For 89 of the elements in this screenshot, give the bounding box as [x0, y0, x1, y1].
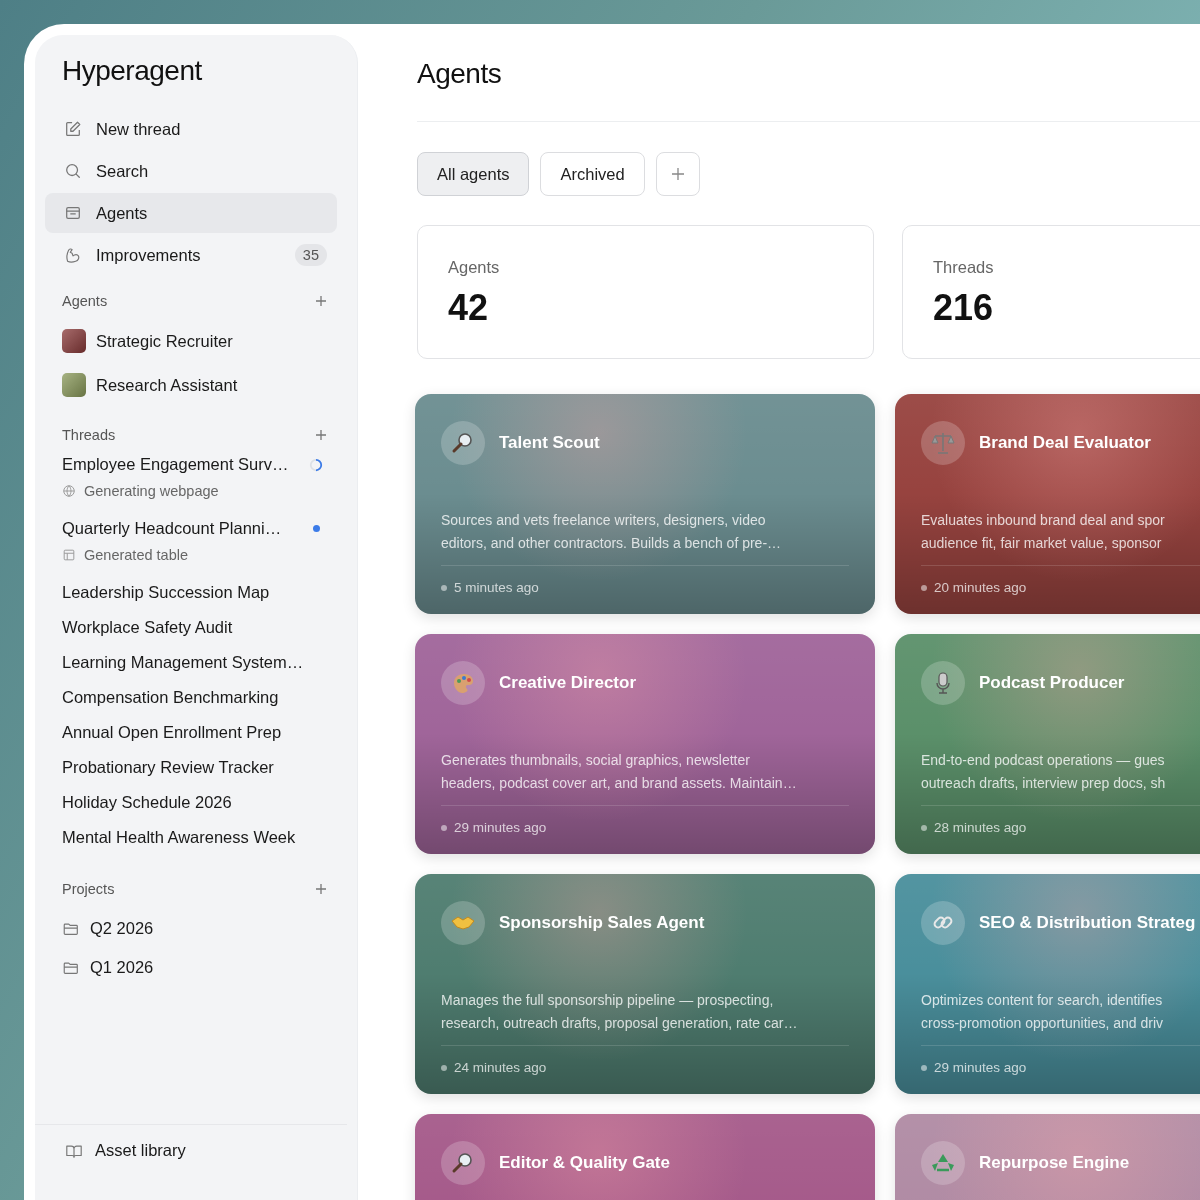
add-button[interactable] [655, 152, 700, 196]
nav-item[interactable]: New thread [45, 109, 337, 149]
agent-description-line: Manages the full sponsorship pipeline — prospecting, [441, 991, 775, 1010]
nav-item[interactable]: Improvements 35 [45, 235, 337, 275]
edit-icon [64, 120, 82, 138]
agent-name: Sponsorship Sales Agent [499, 913, 705, 933]
stat-value: 42 [448, 287, 490, 329]
link-icon [921, 901, 965, 945]
thread-link[interactable]: Employee Engagement Surv… [62, 455, 289, 474]
plus-icon [670, 167, 685, 181]
magnifier-icon [441, 1141, 485, 1185]
table-icon [62, 548, 76, 562]
page-title: Agents [417, 58, 503, 90]
add-icon[interactable] [315, 883, 327, 895]
last-active-time: 24 minutes ago [454, 1060, 547, 1075]
agent-description-line: Evaluates inbound brand deal and spor [921, 511, 1166, 530]
agent-description-line: Generates thumbnails, social graphics, newsletter [441, 751, 751, 770]
thread-status-text: Generating webpage [84, 483, 219, 499]
status-dot-icon [441, 1064, 447, 1071]
agent-card[interactable]: Creative Director Generates thumbnails, social graphics, newsletter headers, podcast cover art, and brand assets. Maintain… 29 minutes ago [415, 634, 875, 854]
last-active-time: 28 minutes ago [934, 820, 1027, 835]
stat-label: Threads [933, 258, 995, 277]
last-active-time: 29 minutes ago [454, 820, 547, 835]
thread-link[interactable]: Mental Health Awareness Week [62, 828, 296, 847]
thread-link[interactable]: Compensation Benchmarking [62, 688, 279, 707]
agent-description-line: Optimizes content for search, identifies [921, 991, 1164, 1010]
scales-icon [921, 421, 965, 465]
status-dot-icon [921, 824, 927, 831]
project-link[interactable]: Q2 2026 [45, 909, 154, 948]
status-dot-icon [441, 584, 447, 591]
stat-value: 216 [933, 287, 995, 329]
flexed-arm-icon [64, 246, 82, 264]
thread-link[interactable]: Holiday Schedule 2026 [62, 793, 232, 812]
add-icon[interactable] [315, 429, 327, 441]
thread-link[interactable]: Learning Management System… [62, 653, 304, 672]
section-heading: Agents [62, 293, 108, 309]
agent-name: Repurpose Engine [979, 1153, 1130, 1173]
agent-name: Brand Deal Evaluator [979, 433, 1151, 453]
section-heading: Projects [62, 881, 115, 897]
search-icon [64, 162, 82, 180]
agent-description-line: research, outreach drafts, proposal generation, rate car… [441, 1014, 799, 1033]
agent-card[interactable]: Talent Scout Sources and vets freelance writers, designers, video editors, and other contractors. Builds a bench of pre-… 5 minutes ago [415, 394, 875, 614]
thread-link[interactable]: Leadership Succession Map [62, 583, 270, 602]
status-dot-icon [921, 584, 927, 591]
thread-link[interactable]: Annual Open Enrollment Prep [62, 723, 282, 742]
agent-description-line: audience fit, fair market value, sponsor [921, 534, 1163, 553]
thread-link[interactable]: Quarterly Headcount Planni… [62, 519, 282, 538]
magnifier-icon [441, 421, 485, 465]
globe-icon [62, 484, 76, 498]
last-active-time: 29 minutes ago [934, 1060, 1027, 1075]
agent-description-line: Sources and vets freelance writers, designers, video [441, 511, 767, 530]
agent-link[interactable]: Research Assistant [45, 365, 238, 405]
palette-icon [441, 661, 485, 705]
nav-item[interactable]: Search [45, 151, 337, 191]
count-badge: 35 [294, 244, 327, 266]
thread-link[interactable]: Workplace Safety Audit [62, 618, 233, 637]
filter-tab[interactable]: All agents [417, 152, 530, 196]
nav-item[interactable]: Agents [45, 193, 337, 233]
thread-status-text: Generated table [84, 547, 188, 563]
agent-description-line: headers, podcast cover art, and brand assets. Maintain… [441, 774, 798, 793]
agent-description-line: editors, and other contractors. Builds a bench of pre-… [441, 534, 783, 553]
agent-name: Podcast Producer [979, 673, 1125, 693]
agent-name: SEO & Distribution Strateg [979, 913, 1196, 933]
status-dot-icon [441, 824, 447, 831]
agent-name: Talent Scout [499, 433, 600, 453]
agent-name: Creative Director [499, 673, 636, 693]
agent-description-line: End-to-end podcast operations — gues [921, 751, 1166, 770]
agent-card[interactable]: Podcast Producer End-to-end podcast operations — gues outreach drafts, interview prep docs, sh 28 minutes ago [895, 634, 1200, 854]
thread-link[interactable]: Probationary Review Tracker [62, 758, 274, 777]
microphone-icon [921, 661, 965, 705]
project-link[interactable]: Q1 2026 [45, 948, 154, 987]
agent-card[interactable]: Editor & Quality Gate [415, 1114, 875, 1200]
last-active-time: 5 minutes ago [454, 580, 539, 595]
agent-name: Editor & Quality Gate [499, 1153, 670, 1173]
agent-card[interactable]: SEO & Distribution Strateg Optimizes content for search, identifies cross-promotion opportunities, and driv 29 minutes ago [895, 874, 1200, 1094]
add-icon[interactable] [315, 295, 327, 307]
app-logo-text: Hyperagent [62, 55, 203, 87]
agent-card[interactable]: Brand Deal Evaluator Evaluates inbound brand deal and spor audience fit, fair market value, sponsor 20 minutes ago [895, 394, 1200, 614]
status-dot-icon [921, 1064, 927, 1071]
filter-tab[interactable]: Archived [540, 152, 645, 196]
asset-library-link[interactable]: Asset library [65, 1141, 347, 1160]
agent-description-line: outreach drafts, interview prep docs, sh [921, 774, 1167, 793]
agent-card[interactable]: Sponsorship Sales Agent Manages the full sponsorship pipeline — prospecting, research, outreach drafts, proposal generation, rate car… 24 minutes ago [415, 874, 875, 1094]
last-active-time: 20 minutes ago [934, 580, 1027, 595]
inbox-icon [64, 204, 82, 222]
stat-label: Agents [448, 258, 501, 277]
agent-description-line: cross-promotion opportunities, and driv [921, 1014, 1164, 1033]
agent-link[interactable]: Strategic Recruiter [45, 321, 233, 361]
section-heading: Threads [62, 427, 116, 443]
